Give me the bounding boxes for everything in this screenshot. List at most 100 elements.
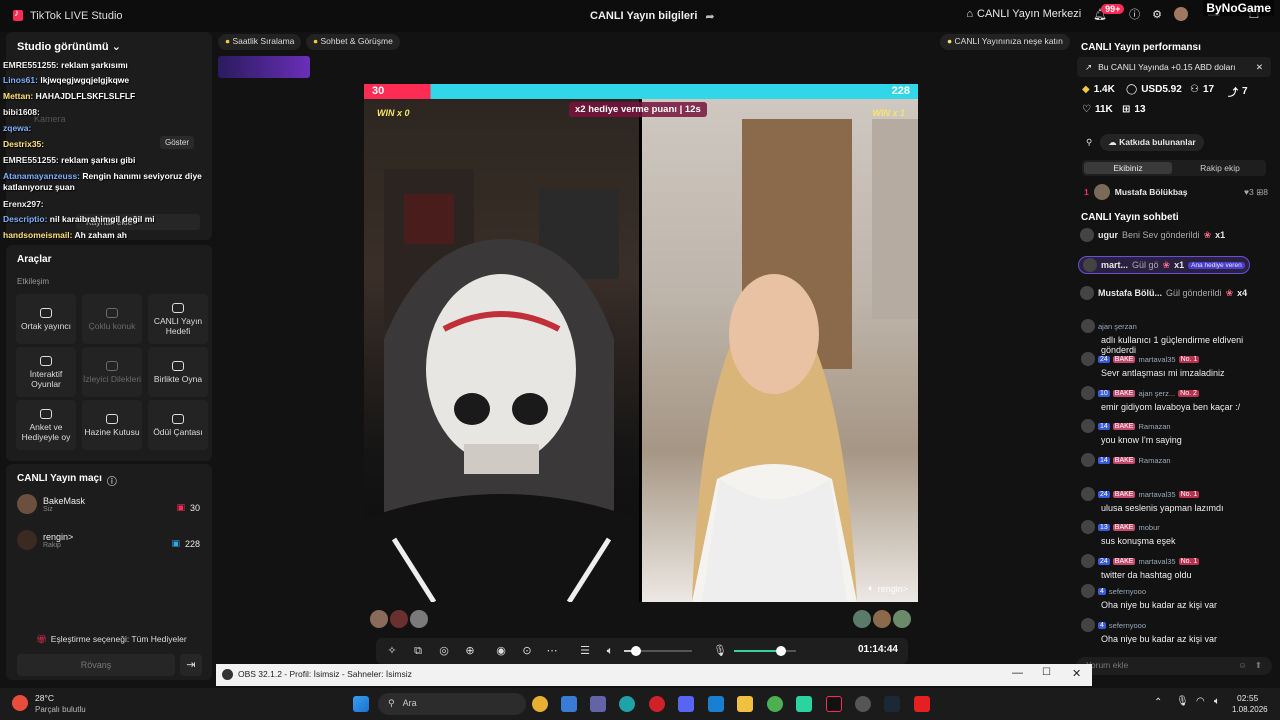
chat-comment[interactable]: 24 BAKE martaval35 No. 1 ulusa seslenis yapm… (1081, 487, 1271, 513)
gift-message[interactable]: mart... Gül gö ❀ x1 Ana hediye veren (1078, 256, 1250, 274)
taskbar-search[interactable]: ⚲ Ara (378, 693, 526, 715)
contributors-pill[interactable]: ☁ Katkıda bulunanlar (1100, 134, 1204, 151)
gift-message[interactable]: Mustafa Bölü... Gül gönderildi ❀ x4 (1080, 286, 1247, 300)
obs-window-bar[interactable]: OBS 32.1.2 - Profil: İsimsiz - Sahneler:… (216, 664, 1092, 686)
chat-comment[interactable]: 14 BAKE Ramazan (1081, 453, 1271, 469)
store-icon[interactable] (561, 696, 577, 712)
mic-tray-icon[interactable]: 🎙︎ (1176, 696, 1189, 707)
player-self: BakeMask Siz (17, 494, 85, 514)
clock-date[interactable]: 1.08.2026 (1232, 705, 1268, 714)
wifi-icon[interactable]: ◠ (1196, 696, 1205, 707)
chat-comment[interactable]: 4 sefernyooo Oha niye bu kadar az kişi var (1081, 584, 1271, 610)
event-banner[interactable] (218, 56, 310, 78)
tool-button[interactable]: Hazine Kutusu (82, 400, 142, 450)
overlay-chat-user: bibi1608: (3, 107, 40, 117)
volume-slider[interactable] (624, 646, 692, 656)
hourly-ranking-pill[interactable]: ● Saatlik Sıralama (218, 34, 302, 50)
rival-supporters[interactable] (853, 610, 911, 628)
close-icon[interactable]: ✕ (1256, 62, 1263, 72)
microphone-icon[interactable]: 🎙︎ (713, 645, 727, 657)
chat-comment[interactable]: 14 BAKE Ramazan you know I'm saying (1081, 419, 1271, 445)
chat-comment[interactable]: 24 BAKE martaval35 No. 1 Sevr antlaşması mi … (1081, 352, 1271, 378)
opera-icon[interactable] (649, 696, 665, 712)
chat-comment[interactable]: 13 BAKE mobur sus konuşma eşek (1081, 520, 1271, 546)
obs-minimize-button[interactable]: — (1012, 667, 1023, 679)
filters-icon[interactable]: ⧉ (412, 645, 424, 657)
tool-button[interactable]: Birlikte Oyna (148, 347, 208, 397)
comment-text: ulusa seslenis yapman lazımdı (1101, 503, 1224, 513)
gift-user: Mustafa Bölü... (1098, 288, 1163, 298)
youtube-icon[interactable] (914, 696, 930, 712)
shares-stat: ⤴ 7 (1228, 84, 1248, 99)
record-icon[interactable]: ◉ (495, 645, 507, 657)
chat-comment[interactable]: 24 BAKE martaval35 No. 1 twitter da hashtag … (1081, 554, 1271, 580)
edge-icon[interactable] (619, 696, 635, 712)
comment-text: Oha niye bu kadar az kişi var (1101, 634, 1218, 644)
avatar-effect-icon[interactable]: ◎ (438, 645, 450, 657)
contributors-row[interactable]: ⚲ ☁ Katkıda bulunanlar (1086, 134, 1204, 151)
obs-close-button[interactable]: ✕ (1072, 667, 1081, 680)
add-media-icon[interactable]: ⊕ (464, 645, 476, 657)
discord-icon[interactable] (678, 696, 694, 712)
tool-button[interactable]: CANLI Yayın Hedefi (148, 294, 208, 344)
chat-comment[interactable]: 4 sefernyooo Oha niye bu kadar az kişi var (1081, 618, 1271, 644)
chat-comment[interactable]: ajan şerzan adlı kullanıcı 1 güçlendirme … (1081, 319, 1271, 355)
top-contributor[interactable]: 1 Mustafa Bölükbaş ♥3 ⊞8 (1084, 184, 1268, 200)
overlay-chat-line: EMRE551255: reklam şarkısımı (3, 60, 128, 71)
chat-meet-pill[interactable]: ● Sohbet & Görüşme (306, 34, 400, 50)
clock-time[interactable]: 02:55 (1237, 693, 1258, 703)
gift-message[interactable]: ugur Beni Sev gönderildi ❀ x1 (1080, 228, 1225, 242)
volume-icon[interactable]: 🔈︎ (604, 645, 616, 657)
send-icon[interactable]: ⬆ (1255, 660, 1262, 672)
chrome-2-icon[interactable] (767, 696, 783, 712)
tab-rival[interactable]: Rakip ekip (1176, 162, 1264, 174)
emoji-icon[interactable]: ☺ (1238, 660, 1247, 672)
overlay-chat-message: HAHAJDLFLSKFLSLFLF (35, 91, 136, 101)
effects-icon[interactable]: ✧ (386, 645, 398, 657)
profile-avatar[interactable] (1174, 7, 1188, 21)
settings-sliders-icon[interactable]: ☰ (579, 645, 591, 657)
steam-icon[interactable] (884, 696, 900, 712)
obs-taskbar-icon[interactable] (855, 696, 871, 712)
tiktok-icon[interactable] (826, 696, 842, 712)
chrome-icon[interactable] (532, 696, 548, 712)
notification-button[interactable]: 🔔︎ 99+ (1093, 3, 1125, 21)
tool-button[interactable]: Ödül Çantası (148, 400, 208, 450)
show-button[interactable]: Göster (160, 136, 195, 149)
mail-icon[interactable] (708, 696, 724, 712)
settings-gear-icon[interactable]: ⚙ (1152, 8, 1162, 21)
player-role: Siz (43, 505, 53, 513)
mic-fill (734, 650, 781, 652)
chat-comment[interactable]: 10 BAKE ajan şerz... No. 2 emir gidiyom lava… (1081, 386, 1271, 412)
mic-knob[interactable] (775, 646, 786, 656)
comment-input[interactable]: Yorum ekle ☺ ⬆ (1076, 657, 1272, 675)
rival-label[interactable]: 🔈︎ rengin> (868, 583, 908, 594)
volume-knob[interactable] (631, 646, 642, 656)
host-supporters[interactable] (370, 610, 428, 628)
help-icon[interactable]: ⓘ (1129, 6, 1140, 22)
multiplier-label: x2 hediye verme puanı (575, 104, 677, 115)
windows-start-icon[interactable] (353, 696, 369, 712)
tip-pill[interactable]: ● CANLI Yayınınıza neşe katın (940, 34, 1070, 50)
speaker-tray-icon[interactable]: 🔈︎ (1214, 696, 1220, 707)
help-circle-icon[interactable]: ⓘ (107, 473, 117, 488)
live-center-link[interactable]: ⌂ CANLI Yayın Merkezi (966, 8, 1081, 20)
screenshot-icon[interactable]: ⊙ (521, 645, 533, 657)
rematch-button[interactable]: Rövanş (17, 654, 175, 676)
more-icon[interactable]: ⋯ (546, 645, 558, 657)
game-app-icon[interactable] (796, 696, 812, 712)
exit-match-button[interactable]: ⇥ (180, 654, 202, 676)
folder-icon[interactable] (737, 696, 753, 712)
tool-button[interactable]: Ortak yayıncı (16, 294, 76, 344)
tab-team[interactable]: Ekibiniz (1084, 162, 1172, 174)
tray-chevron-icon[interactable]: ⌃ (1154, 697, 1162, 708)
studio-view-dropdown[interactable]: Studio görünümü ⌄ (17, 40, 121, 53)
mic-slider[interactable] (734, 646, 796, 656)
team-badge: BAKE (1112, 355, 1136, 363)
teams-icon[interactable] (590, 696, 606, 712)
live-info-link[interactable]: CANLI Yayın bilgileri ➦ (590, 10, 715, 23)
tool-button[interactable]: Anket ve Hediyeyle oy (16, 400, 76, 450)
player-role: Rakip (43, 541, 61, 549)
obs-maximize-button[interactable]: ☐ (1042, 667, 1051, 678)
tool-button[interactable]: İnteraktif Oyunlar (16, 347, 76, 397)
